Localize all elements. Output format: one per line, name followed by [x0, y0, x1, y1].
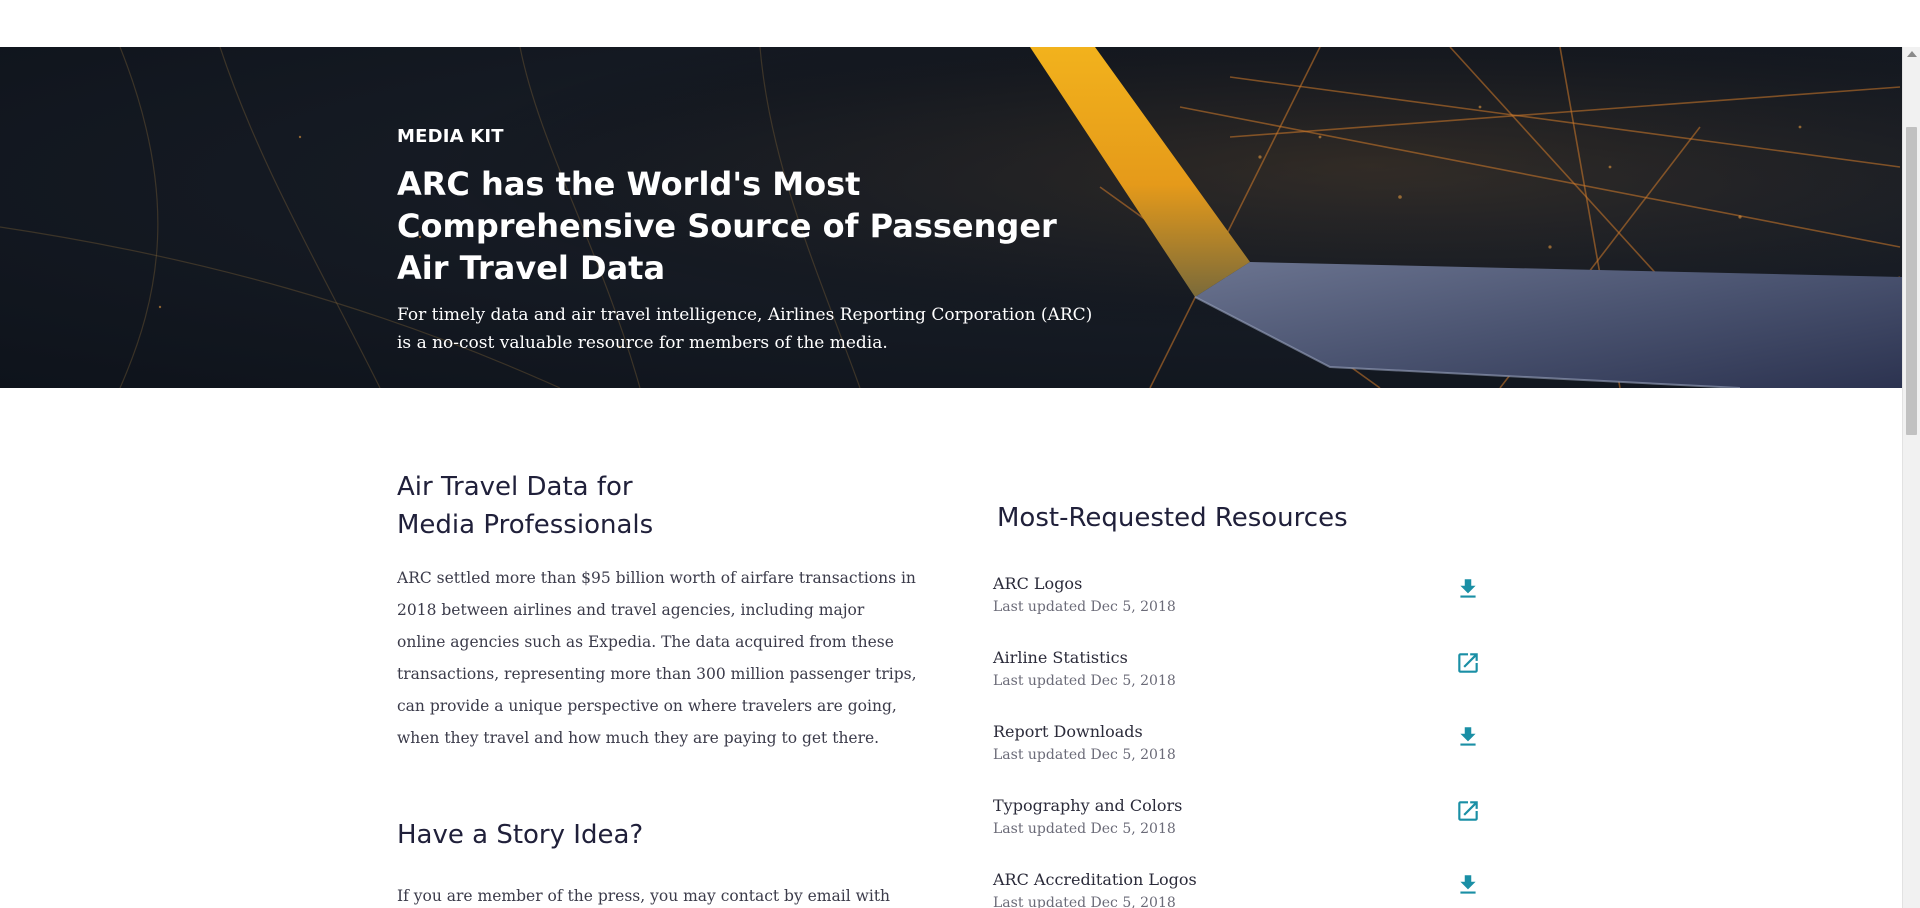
external-link-icon[interactable] [1455, 650, 1481, 676]
resource-item[interactable]: Typography and Colors Last updated Dec 5… [993, 794, 1483, 868]
external-link-icon[interactable] [1455, 798, 1481, 824]
download-icon[interactable] [1455, 724, 1481, 750]
resource-title[interactable]: Report Downloads [993, 720, 1143, 744]
resource-title[interactable]: ARC Logos [993, 572, 1082, 596]
page-scrollbar[interactable] [1902, 47, 1920, 908]
hero-kicker: MEDIA KIT [397, 126, 504, 147]
scroll-up-arrow-icon[interactable] [1907, 51, 1917, 57]
resources-heading: Most-Requested Resources [997, 503, 1348, 533]
intro-column: Air Travel Data for Media Professionals … [397, 468, 917, 908]
intro-heading: Air Travel Data for Media Professionals [397, 468, 917, 544]
resource-updated-date: Last updated Dec 5, 2018 [993, 673, 1176, 689]
download-icon[interactable] [1455, 576, 1481, 602]
hero-banner: MEDIA KIT ARC has the World's Most Compr… [0, 47, 1902, 388]
resource-updated-date: Last updated Dec 5, 2018 [993, 895, 1176, 908]
resource-item[interactable]: ARC Logos Last updated Dec 5, 2018 [993, 572, 1483, 646]
resource-item[interactable]: ARC Accreditation Logos Last updated Dec… [993, 868, 1483, 908]
hero-subtitle: For timely data and air travel intellige… [397, 305, 1093, 353]
resource-title[interactable]: Airline Statistics [993, 646, 1128, 670]
download-icon[interactable] [1455, 872, 1481, 898]
story-heading: Have a Story Idea? [397, 820, 644, 850]
hero-title: ARC has the World's Most Comprehensive S… [397, 165, 1057, 287]
top-header-bar [0, 0, 1902, 47]
resource-updated-date: Last updated Dec 5, 2018 [993, 747, 1176, 763]
resource-title[interactable]: ARC Accreditation Logos [993, 868, 1197, 892]
resource-item[interactable]: Report Downloads Last updated Dec 5, 201… [993, 720, 1483, 794]
hero-content: MEDIA KIT ARC has the World's Most Compr… [397, 126, 1117, 357]
resources-list: ARC Logos Last updated Dec 5, 2018 Airli… [993, 572, 1483, 908]
resource-updated-date: Last updated Dec 5, 2018 [993, 821, 1176, 837]
intro-heading-line2: Media Professionals [397, 510, 654, 540]
resource-updated-date: Last updated Dec 5, 2018 [993, 599, 1176, 615]
scrollbar-thumb[interactable] [1906, 127, 1917, 435]
resource-item[interactable]: Airline Statistics Last updated Dec 5, 2… [993, 646, 1483, 720]
intro-heading-line1: Air Travel Data for [397, 472, 633, 502]
intro-body: ARC settled more than $95 billion worth … [397, 569, 917, 747]
resource-title[interactable]: Typography and Colors [993, 794, 1182, 818]
resources-column: Most-Requested Resources ARC Logos Last … [993, 496, 1483, 908]
story-body: If you are member of the press, you may … [397, 887, 891, 905]
